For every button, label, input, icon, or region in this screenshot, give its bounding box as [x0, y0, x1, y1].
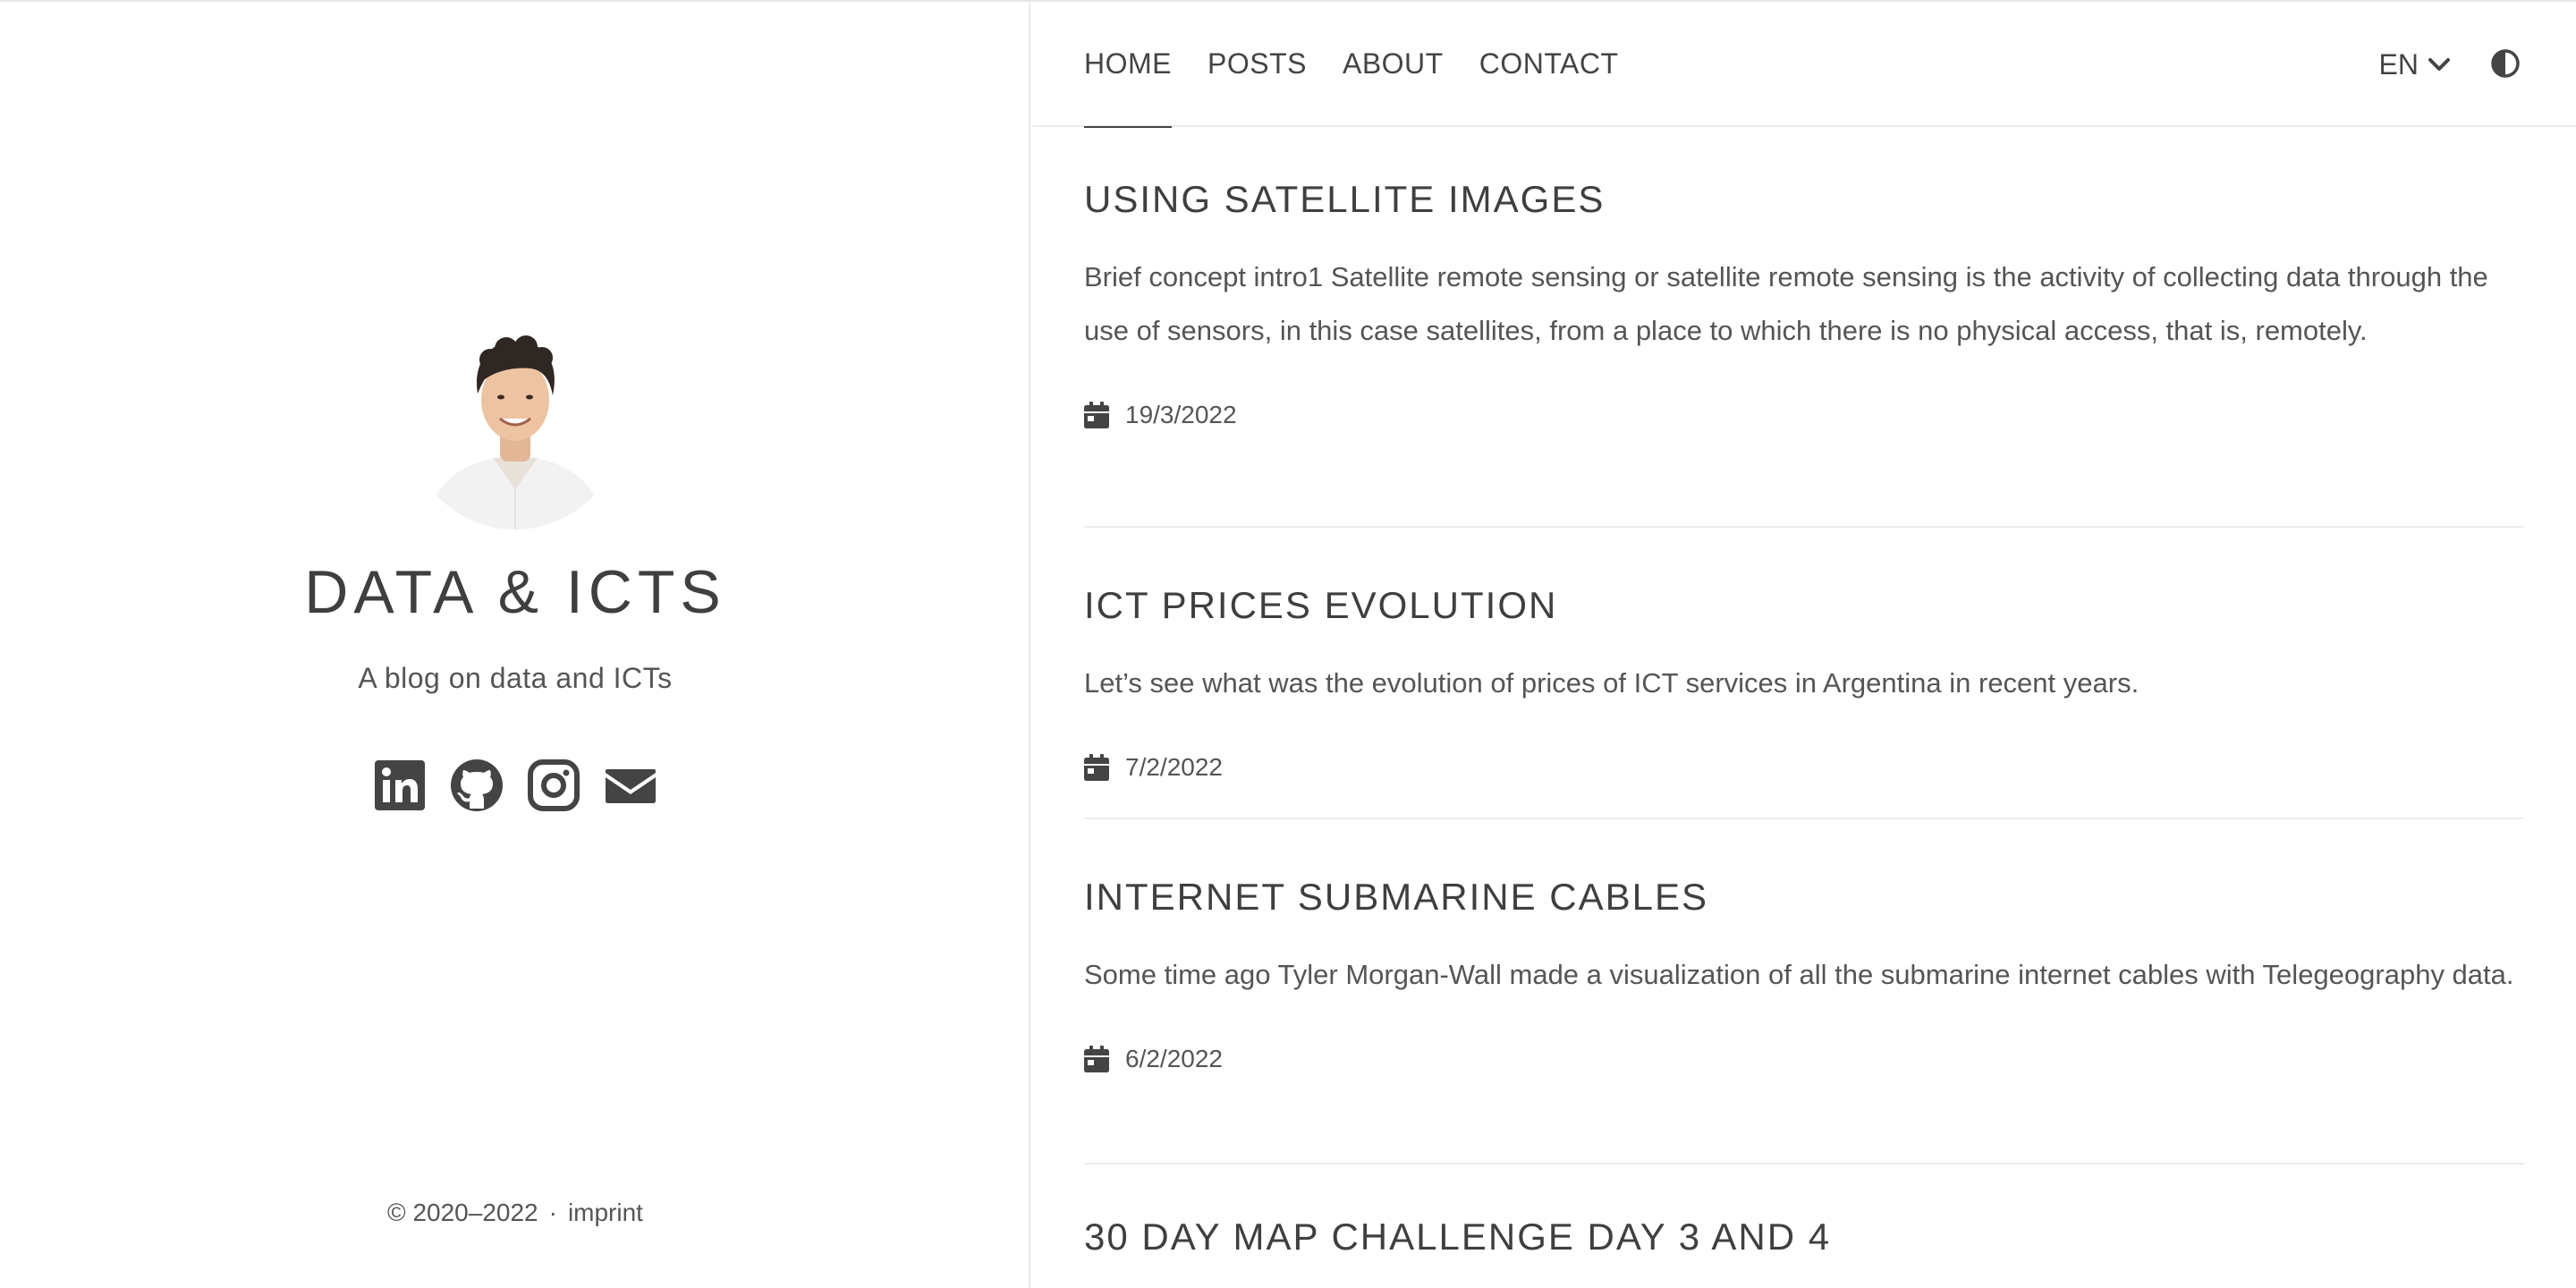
- email-link[interactable]: [603, 758, 658, 813]
- post-list: USING SATELLITE IMAGES Brief concept int…: [1084, 127, 2524, 1259]
- post-date: 19/3/2022: [1084, 401, 2524, 429]
- nav-contact[interactable]: CONTACT: [1479, 2, 1619, 127]
- nav-home[interactable]: HOME: [1084, 2, 1172, 128]
- blog-subtitle: A blog on data and ICTs: [358, 662, 673, 694]
- theme-toggle-button[interactable]: [2490, 48, 2521, 79]
- linkedin-link[interactable]: [372, 758, 428, 813]
- post-item: INTERNET SUBMARINE CABLES Some time ago …: [1084, 819, 2524, 1165]
- profile-sidebar: DATA & ICTS A blog on data and ICTs © 20…: [0, 2, 1030, 1288]
- main-content: HOME POSTS ABOUT CONTACT EN USING SATELL…: [1032, 2, 2576, 1288]
- post-date-text: 6/2/2022: [1125, 1045, 1223, 1073]
- post-item: 30 DAY MAP CHALLENGE DAY 3 AND 4: [1084, 1165, 2524, 1259]
- imprint-link[interactable]: imprint: [568, 1199, 643, 1226]
- post-date-text: 19/3/2022: [1125, 401, 1237, 429]
- post-date: 6/2/2022: [1084, 1045, 2524, 1073]
- post-excerpt: Let’s see what was the evolution of pric…: [1084, 667, 2140, 699]
- copyright-text: © 2020–2022: [387, 1199, 538, 1226]
- post-date: 7/2/2022: [1084, 753, 2524, 782]
- post-title[interactable]: USING SATELLITE IMAGES: [1084, 177, 2524, 222]
- instagram-icon: [528, 759, 580, 811]
- page: DATA & ICTS A blog on data and ICTs © 20…: [0, 0, 2576, 1288]
- top-navigation: HOME POSTS ABOUT CONTACT EN: [1032, 2, 2576, 128]
- sidebar-footer: © 2020–2022 · imprint: [0, 1199, 1030, 1227]
- calendar-icon: [1084, 402, 1109, 429]
- post-title[interactable]: 30 DAY MAP CHALLENGE DAY 3 AND 4: [1084, 1215, 2524, 1259]
- language-selector[interactable]: EN: [2379, 2, 2453, 127]
- footer-separator: ·: [548, 1199, 557, 1226]
- linkedin-icon: [375, 760, 425, 810]
- avatar: [408, 315, 623, 530]
- blog-title: DATA & ICTS: [304, 558, 726, 626]
- post-date-text: 7/2/2022: [1125, 753, 1223, 782]
- chevron-down-icon: [2428, 58, 2450, 71]
- nav-links: HOME POSTS ABOUT CONTACT: [1084, 2, 1619, 128]
- social-links: [372, 758, 658, 813]
- envelope-icon: [606, 769, 656, 803]
- github-link[interactable]: [449, 758, 504, 813]
- post-excerpt: Some time ago Tyler Morgan-Wall made a v…: [1084, 959, 2514, 991]
- instagram-link[interactable]: [526, 758, 581, 813]
- contrast-icon: [2491, 49, 2520, 78]
- post-item: USING SATELLITE IMAGES Brief concept int…: [1084, 127, 2524, 528]
- post-title[interactable]: ICT PRICES EVOLUTION: [1084, 583, 2524, 628]
- profile-block: DATA & ICTS A blog on data and ICTs: [0, 315, 1030, 813]
- calendar-icon: [1084, 754, 1109, 782]
- post-excerpt: Brief concept intro1 Satellite remote se…: [1084, 261, 2488, 347]
- calendar-icon: [1084, 1046, 1109, 1073]
- post-title[interactable]: INTERNET SUBMARINE CABLES: [1084, 875, 2524, 919]
- github-icon: [451, 759, 503, 811]
- nav-posts[interactable]: POSTS: [1208, 2, 1307, 127]
- post-item: ICT PRICES EVOLUTION Let’s see what was …: [1084, 528, 2524, 819]
- language-label: EN: [2378, 47, 2419, 80]
- nav-about[interactable]: ABOUT: [1343, 2, 1444, 127]
